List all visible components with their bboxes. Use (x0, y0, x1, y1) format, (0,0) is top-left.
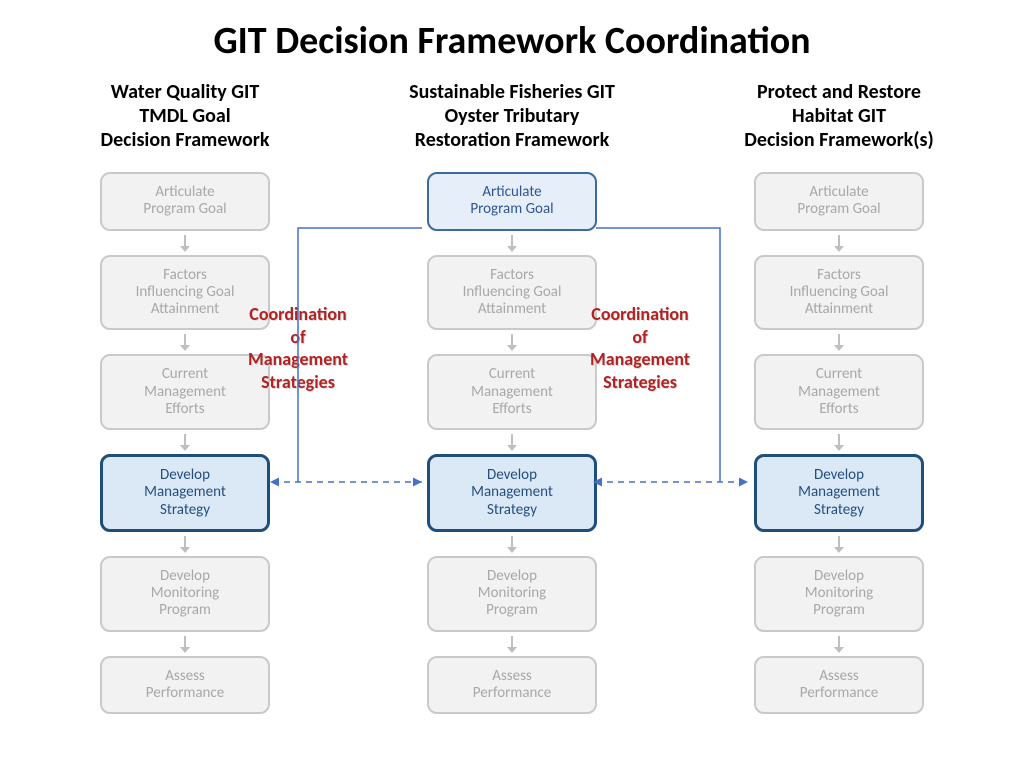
coordination-label-right: CoordinationofManagementStrategies (570, 303, 710, 393)
column-header: Protect and RestoreHabitat GITDecision F… (744, 80, 933, 152)
step-box: FactorsInfluencing GoalAttainment (754, 255, 924, 331)
step-box: AssessPerformance (754, 656, 924, 715)
arrow-down-icon (504, 231, 520, 255)
arrow-down-icon (831, 532, 847, 556)
step-box: DevelopMonitoringProgram (100, 556, 270, 632)
column-header: Sustainable Fisheries GITOyster Tributar… (409, 80, 615, 152)
step-box-highlighted: DevelopManagementStrategy (754, 454, 924, 532)
step-box: DevelopMonitoringProgram (427, 556, 597, 632)
arrow-down-icon (831, 430, 847, 454)
arrow-down-icon (177, 532, 193, 556)
step-box: ArticulateProgram Goal (100, 172, 270, 231)
step-box: CurrentManagementEfforts (754, 354, 924, 430)
arrow-down-icon (177, 231, 193, 255)
arrow-down-icon (177, 330, 193, 354)
arrow-down-icon (831, 330, 847, 354)
step-box-highlighted: DevelopManagementStrategy (100, 454, 270, 532)
column-protect-restore: Protect and RestoreHabitat GITDecision F… (694, 80, 984, 714)
page-title: GIT Decision Framework Coordination (0, 0, 1024, 64)
step-box-highlighted: ArticulateProgram Goal (427, 172, 597, 231)
arrow-down-icon (504, 632, 520, 656)
step-box-highlighted: DevelopManagementStrategy (427, 454, 597, 532)
arrow-down-icon (504, 532, 520, 556)
arrow-down-icon (177, 632, 193, 656)
column-water-quality: Water Quality GITTMDL GoalDecision Frame… (40, 80, 330, 714)
columns-container: Water Quality GITTMDL GoalDecision Frame… (0, 64, 1024, 714)
arrow-down-icon (831, 632, 847, 656)
arrow-down-icon (831, 231, 847, 255)
arrow-down-icon (504, 430, 520, 454)
column-sustainable-fisheries: Sustainable Fisheries GITOyster Tributar… (367, 80, 657, 714)
arrow-down-icon (504, 330, 520, 354)
step-box: DevelopMonitoringProgram (754, 556, 924, 632)
column-header: Water Quality GITTMDL GoalDecision Frame… (100, 80, 269, 152)
coordination-label-left: CoordinationofManagementStrategies (228, 303, 368, 393)
step-box: ArticulateProgram Goal (754, 172, 924, 231)
arrow-down-icon (177, 430, 193, 454)
step-box: AssessPerformance (100, 656, 270, 715)
step-box: AssessPerformance (427, 656, 597, 715)
